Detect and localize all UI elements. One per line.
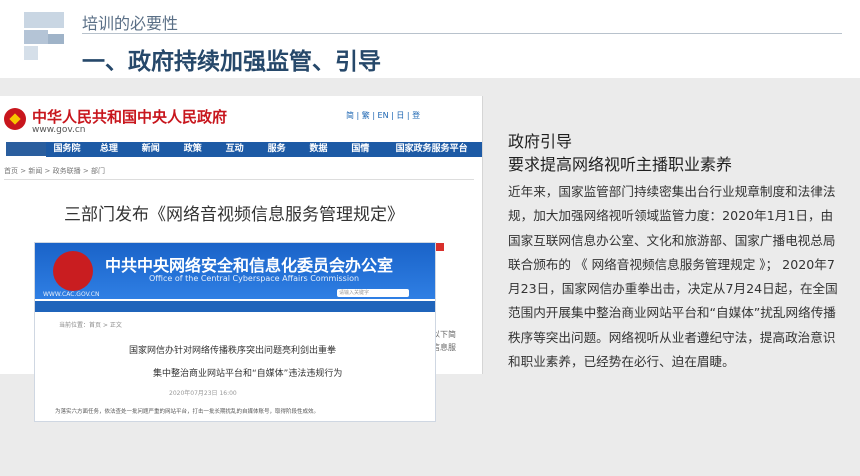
party-emblem-icon (53, 251, 93, 291)
slide: 培训的必要性 一、政府持续加强监管、引导 中华人民共和国中央人民政府 www.g… (0, 0, 860, 476)
cac-headline: 国家网信办针对网络传播秩序突出问题亮利剑出重拳 (129, 346, 337, 356)
gov-skyline-banner (6, 142, 46, 156)
cac-site-url: WWW.CAC.GOV.CN (43, 291, 100, 298)
cac-breadcrumb: 当前位置：首页 > 正文 (59, 322, 122, 329)
gov-header: 中华人民共和国中央人民政府 www.gov.cn 简 | 繁 | EN | 日 … (0, 96, 482, 140)
gov-article-title: 三部门发布《网络音视频信息服务管理规定》 (64, 205, 404, 225)
cac-subheadline: 集中整治商业网站平台和“自媒体”违法违规行为 (153, 369, 343, 379)
cac-date: 2020年07月23日 16:00 (169, 390, 237, 397)
gov-divider (4, 179, 474, 180)
gov-nav-item: 国务院 (53, 144, 81, 154)
section-title: 培训的必要性 (82, 14, 179, 33)
cac-body-snippet: 为落实六方面任务，依法查处一批问题严重的网站平台，打击一批长期扰乱的自媒体账号，… (55, 409, 320, 415)
gov-toolbar: 简 | 繁 | EN | 日 | 登 (346, 111, 421, 120)
gov-nav-bar: 国务院 总理 新闻 政策 互动 服务 数据 国情 国家政务服务平台 (46, 142, 482, 157)
gov-nav-item: 国家政务服务平台 (395, 144, 468, 154)
main-title: 一、政府持续加强监管、引导 (82, 49, 381, 75)
gov-nav-item: 总理 (99, 144, 118, 154)
gov-nav-item: 互动 (225, 144, 244, 154)
gov-nav-item: 国情 (351, 144, 370, 154)
panel-subheading: 要求提高网络视听主播职业素养 (508, 155, 733, 174)
slide-logo-icon (24, 12, 64, 60)
gov-site-url: www.gov.cn (32, 125, 86, 135)
gov-nav-item: 服务 (267, 144, 286, 154)
cac-org-name: 中共中央网络安全和信息化委员会办公室 (105, 256, 394, 275)
panel-paragraph: 近年来，国家监管部门持续密集出台行业规章制度和法律法规，加大加强网络视听领域监管… (508, 184, 838, 370)
title-divider (82, 33, 842, 34)
gov-nav-item: 政策 (183, 144, 202, 154)
gov-nav-item: 数据 (309, 144, 328, 154)
cac-nav-bar (35, 301, 435, 312)
gov-breadcrumb: 首页 > 新闻 > 政务联播 > 部门 (4, 167, 105, 175)
gov-site-name: 中华人民共和国中央人民政府 (32, 108, 228, 126)
cac-org-name-en: Office of the Central Cyberspace Affairs… (149, 274, 360, 283)
cac-search-box: 请输入关键字 (337, 289, 409, 297)
cac-website-screenshot: 中共中央网络安全和信息化委员会办公室 Office of the Central… (34, 242, 436, 422)
national-emblem-icon (4, 108, 26, 130)
panel-heading: 政府引导 (508, 132, 573, 151)
gov-nav-item: 新闻 (141, 144, 160, 154)
cac-header: 中共中央网络安全和信息化委员会办公室 Office of the Central… (35, 243, 435, 299)
